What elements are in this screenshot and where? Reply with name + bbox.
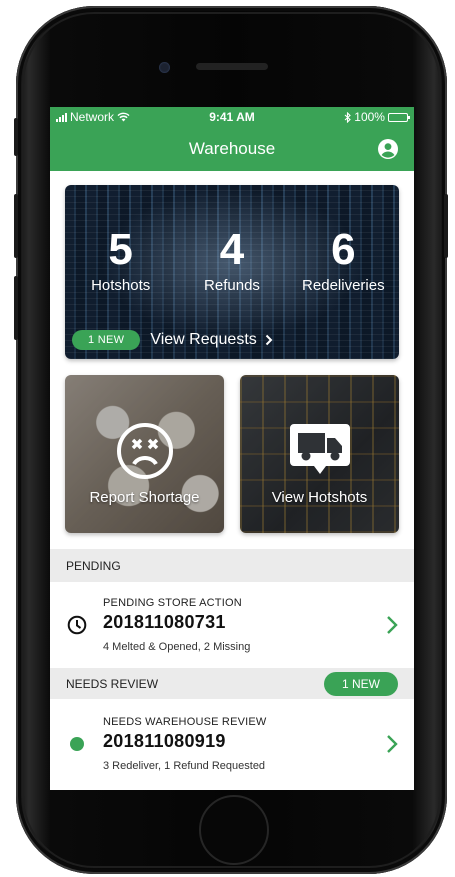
item-icon-wrap [50, 615, 103, 635]
carrier-label: Network [70, 110, 115, 124]
stat-refunds: 4 Refunds [176, 225, 287, 295]
chevron-right-icon [265, 334, 273, 346]
clock-icon [67, 615, 86, 635]
tile-label: Report Shortage [89, 489, 200, 506]
view-hotshots-tile[interactable]: View Hotshots [240, 375, 399, 533]
power-button [444, 194, 448, 258]
tile-label: View Hotshots [271, 489, 368, 506]
item-icon-wrap [50, 737, 103, 751]
item-chevron-wrap [370, 734, 414, 754]
view-requests-text-wrap: View Requests [150, 331, 273, 349]
battery-icon [387, 112, 410, 122]
battery-percent: 100% [354, 110, 385, 124]
item-id: 201811080919 [103, 731, 226, 751]
item-chevron-wrap [370, 615, 414, 635]
pending-section-header: PENDING [50, 549, 414, 582]
account-button[interactable] [376, 137, 400, 161]
chevron-right-icon [387, 735, 398, 753]
chevron-right-icon [387, 616, 398, 634]
signal-icon [56, 112, 67, 122]
bluetooth-icon [344, 111, 352, 123]
new-requests-badge: 1 NEW [72, 330, 141, 350]
requests-summary-card[interactable]: 5 Hotshots 4 Refunds 6 Redeliveries 1 NE… [65, 185, 399, 359]
mute-switch [14, 118, 18, 156]
front-camera [159, 62, 170, 73]
volume-down-button [14, 276, 18, 340]
status-time: 9:41 AM [209, 110, 255, 124]
new-review-badge: 1 NEW [323, 671, 398, 696]
stat-value: 4 [219, 225, 245, 274]
stat-label: Refunds [204, 277, 260, 294]
item-body: PENDING STORE ACTION 201811080731 4 Melt… [103, 597, 370, 653]
main-content: 5 Hotshots 4 Refunds 6 Redeliveries 1 NE… [50, 171, 414, 789]
list-item-pending[interactable]: PENDING STORE ACTION 201811080731 4 Melt… [50, 582, 414, 668]
section-title: PENDING [66, 558, 121, 573]
item-detail: 4 Melted & Opened, 2 Missing [103, 641, 251, 653]
wifi-icon [117, 112, 130, 122]
list-item-review[interactable]: NEEDS WAREHOUSE REVIEW 201811080919 3 Re… [50, 699, 414, 789]
status-bar: Network 9:41 AM 100% [50, 107, 414, 127]
report-shortage-tile[interactable]: Report Shortage [65, 375, 224, 533]
item-detail: 3 Redeliver, 1 Refund Requested [103, 760, 266, 772]
stats-row: 5 Hotshots 4 Refunds 6 Redeliveries [65, 225, 399, 295]
stat-redeliveries: 6 Redeliveries [288, 225, 399, 295]
view-requests-label: View Requests [150, 331, 257, 348]
stat-value: 6 [331, 225, 356, 274]
earpiece-speaker [196, 63, 268, 70]
green-dot-icon [69, 737, 84, 751]
item-id: 201811080731 [103, 612, 226, 632]
stat-hotshots: 5 Hotshots [65, 225, 176, 295]
view-requests-link[interactable]: 1 NEW View Requests [72, 330, 273, 350]
app-screen: Network 9:41 AM 100% Warehouse 5 Hotshot… [50, 107, 414, 790]
item-category: PENDING STORE ACTION [103, 597, 242, 609]
stat-label: Hotshots [91, 277, 151, 294]
section-title: NEEDS REVIEW [66, 676, 159, 691]
action-tiles: Report Shortage View Hotshots [65, 375, 399, 533]
user-circle-icon [378, 139, 398, 159]
status-left: Network [56, 110, 166, 124]
item-body: NEEDS WAREHOUSE REVIEW 201811080919 3 Re… [103, 716, 370, 772]
page-title: Warehouse [188, 139, 276, 158]
item-category: NEEDS WAREHOUSE REVIEW [103, 716, 267, 728]
nav-bar: Warehouse [50, 127, 414, 171]
status-right: 100% [298, 110, 410, 124]
sad-face-icon [116, 423, 173, 479]
volume-up-button [14, 194, 18, 258]
stat-value: 5 [108, 225, 133, 274]
home-button[interactable] [199, 795, 269, 865]
review-section-header: NEEDS REVIEW 1 NEW [50, 668, 414, 699]
stat-label: Redeliveries [302, 277, 385, 294]
truck-icon [289, 424, 350, 474]
